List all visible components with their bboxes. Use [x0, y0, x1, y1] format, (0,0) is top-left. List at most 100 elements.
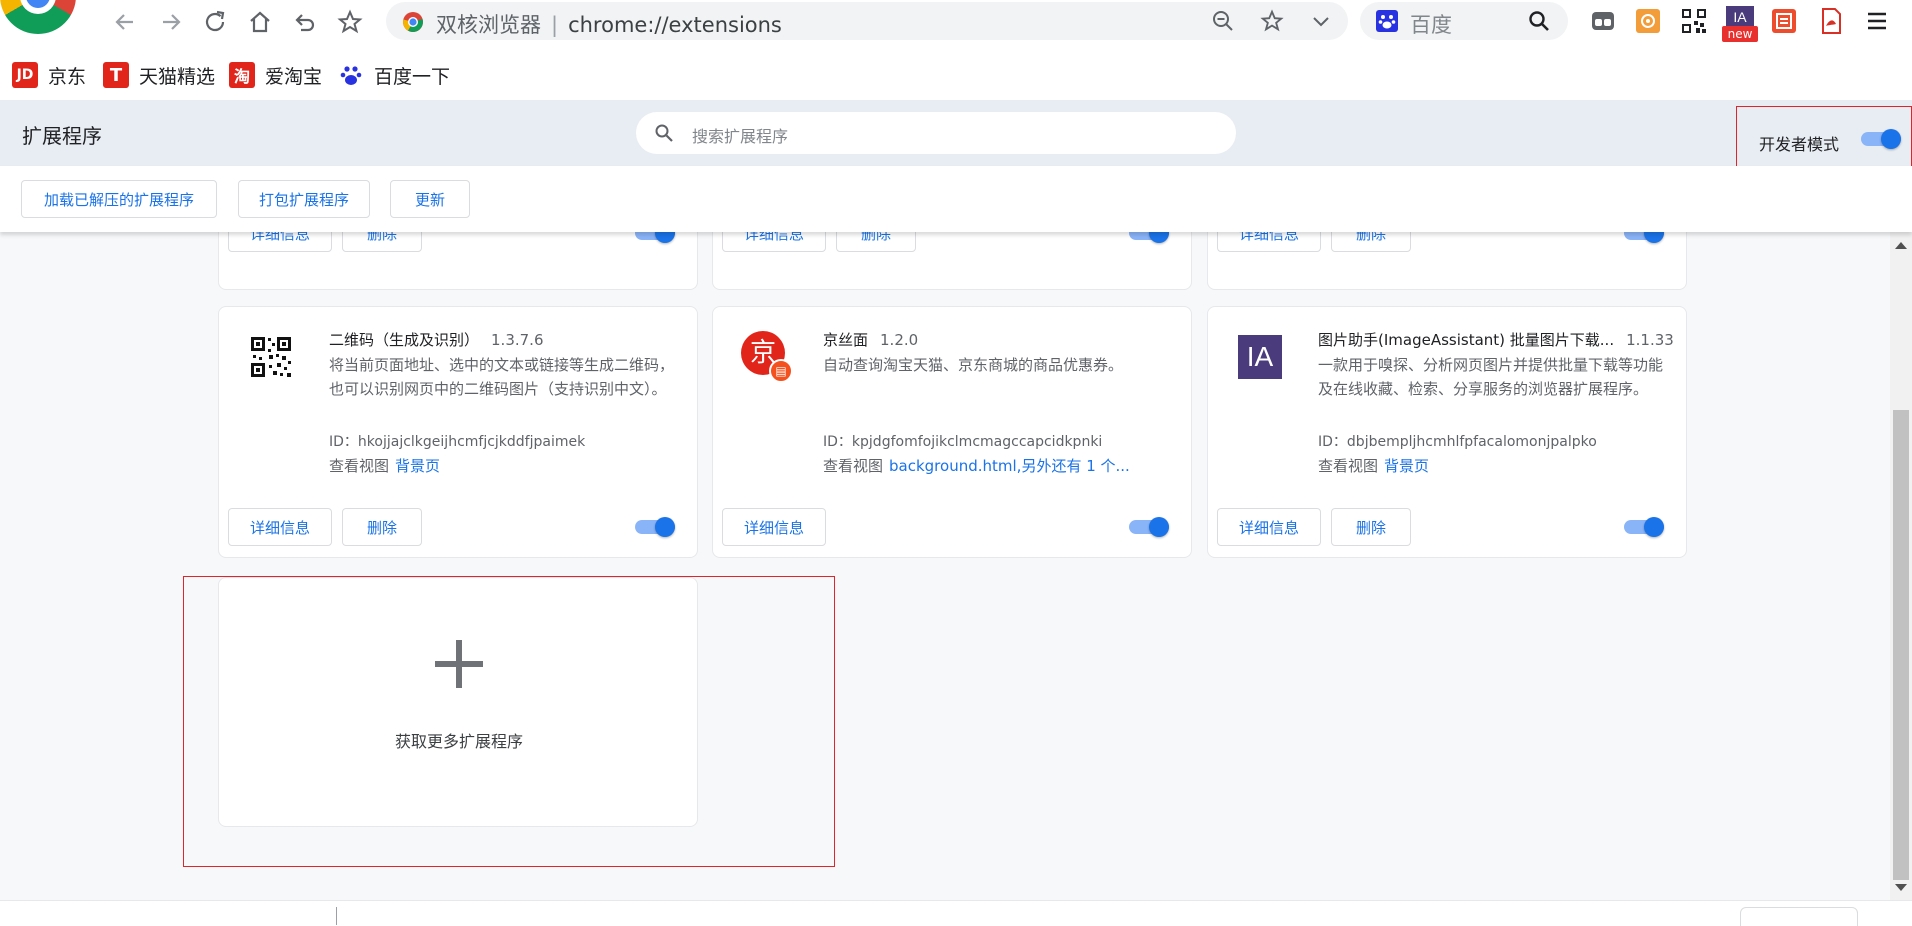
page-title: 双核浏览器 [436, 13, 541, 37]
extension-card-partial: 详细信息 删除 [712, 232, 1192, 290]
extension-enable-toggle[interactable] [1624, 232, 1664, 245]
developer-mode-label: 开发者模式 [1759, 135, 1840, 154]
tmall-icon: T [103, 62, 129, 88]
background-page-link[interactable]: 背景页 [395, 457, 440, 475]
status-box [1740, 907, 1858, 926]
extension-enable-toggle[interactable] [1129, 232, 1169, 245]
extension-card: 京 ▤ 京丝面 1.2.0 自动查询淘宝天猫、京东商城的商品优惠券。 ID：kpj… [712, 306, 1192, 558]
chrome-page-icon [402, 11, 424, 33]
menu-icon[interactable] [1864, 8, 1890, 34]
details-button[interactable]: 详细信息 [1217, 232, 1321, 252]
extension-description: 一款用于嗅探、分析网页图片并提供批量下载等功能及在线收藏、检索、分享服务的浏览器… [1318, 356, 1664, 398]
forward-icon[interactable] [154, 5, 188, 39]
update-button[interactable]: 更新 [390, 180, 470, 218]
extensions-title: 扩展程序 [22, 124, 102, 148]
chevron-down-icon[interactable] [1310, 10, 1332, 36]
extension-card-partial: 详细信息 删除 [218, 232, 698, 290]
bookmark-label: 爱淘宝 [265, 65, 323, 88]
get-more-highlight-box [183, 576, 835, 867]
details-button[interactable]: 详细信息 [228, 232, 332, 252]
qr-code-extension-icon[interactable] [1681, 8, 1707, 34]
url-text[interactable]: chrome://extensions [568, 13, 782, 37]
bookmark-label: 百度一下 [374, 65, 451, 88]
remove-button[interactable]: 删除 [342, 508, 422, 546]
bookmark-baidu[interactable]: 百度一下 [338, 62, 450, 88]
taobao-icon: 淘 [229, 62, 255, 88]
extension-version: 1.2.0 [880, 331, 919, 349]
extension-views: 查看视图 背景页 [1318, 457, 1430, 475]
remove-button[interactable]: 删除 [1331, 232, 1411, 252]
extension-version: 1.3.7.6 [491, 331, 544, 349]
baidu-search-input[interactable]: 百度 [1360, 2, 1568, 40]
extension-id: ID：hkojjajclkgeijhcmfjcjkddfjpaimek [329, 434, 586, 450]
qr-code-icon [249, 335, 293, 379]
pdf-extension-icon[interactable] [1818, 8, 1844, 34]
new-badge: new [1722, 26, 1758, 42]
coupon-extension-icon[interactable] [1635, 8, 1661, 34]
extension-card: IA 图片助手(ImageAssistant) 批量图片下载... 1.1.33 … [1207, 306, 1687, 558]
extension-enable-toggle[interactable] [1624, 515, 1664, 539]
remove-button[interactable]: 删除 [1331, 508, 1411, 546]
scrollbar[interactable] [1890, 232, 1912, 900]
browser-toolbar: 双核浏览器 | chrome://extensions 百度 IA new [0, 0, 1912, 50]
extension-enable-toggle[interactable] [635, 515, 675, 539]
reload-icon[interactable] [198, 5, 232, 39]
extension-enable-toggle[interactable] [635, 232, 675, 245]
developer-mode-toggle[interactable] [1861, 127, 1901, 151]
extensions-search-input[interactable]: 搜索扩展程序 [636, 112, 1236, 154]
extension-id: ID：kpjdgfomfojikclmcmagccapcidkpnki [823, 434, 1103, 450]
extension-name: 京丝面 1.2.0 [823, 331, 919, 349]
bookmark-star-icon[interactable] [1260, 9, 1284, 37]
jd-icon: JD [12, 62, 38, 88]
extension-views: 查看视图 背景页 [329, 457, 441, 475]
tab-manager-icon[interactable] [1590, 8, 1616, 34]
baidu-icon [338, 62, 364, 88]
load-unpacked-button[interactable]: 加载已解压的扩展程序 [21, 180, 217, 218]
extension-views: 查看视图 background.html,另外还有 1 个... [823, 457, 1130, 475]
bookmark-taobao[interactable]: 淘 爱淘宝 [229, 62, 322, 88]
bookmark-tmall[interactable]: T 天猫精选 [103, 62, 215, 88]
favorite-star-icon[interactable] [333, 5, 367, 39]
details-button[interactable]: 详细信息 [228, 508, 332, 546]
background-page-link[interactable]: 背景页 [1384, 457, 1429, 475]
reader-extension-icon[interactable] [1771, 8, 1797, 34]
bookmark-label: 天猫精选 [139, 65, 216, 88]
zoom-out-icon[interactable] [1212, 10, 1234, 36]
extension-name: 图片助手(ImageAssistant) 批量图片下载... 1.1.33 [1318, 331, 1674, 349]
status-bar [0, 900, 1912, 926]
extension-description: 自动查询淘宝天猫、京东商城的商品优惠券。 [823, 356, 1124, 374]
extension-enable-toggle[interactable] [1129, 515, 1169, 539]
undo-icon[interactable] [288, 5, 322, 39]
background-page-link[interactable]: background.html,另外还有 1 个... [889, 457, 1130, 475]
search-icon[interactable] [1528, 10, 1550, 36]
extension-version: 1.1.33 [1626, 331, 1674, 349]
extensions-search-placeholder: 搜索扩展程序 [692, 127, 789, 146]
divider [336, 907, 337, 925]
remove-button[interactable]: 删除 [342, 232, 422, 252]
jingsimian-icon: 京 ▤ [741, 331, 799, 389]
scroll-thumb[interactable] [1893, 410, 1909, 880]
extension-name: 二维码（生成及识别） 1.3.7.6 [329, 331, 544, 349]
remove-button[interactable]: 删除 [836, 232, 916, 252]
image-assistant-toolbar-icon[interactable]: IA new [1722, 6, 1758, 42]
bookmark-label: 京东 [48, 65, 87, 88]
bookmarks-bar: JD 京东 T 天猫精选 淘 爱淘宝 百度一下 [0, 50, 1912, 100]
bookmark-jd[interactable]: JD 京东 [12, 62, 86, 88]
extensions-header: 扩展程序 搜索扩展程序 开发者模式 [0, 100, 1912, 176]
pack-extension-button[interactable]: 打包扩展程序 [238, 180, 370, 218]
browser-logo-icon [0, 0, 76, 36]
scroll-down-icon[interactable] [1895, 884, 1907, 891]
back-icon[interactable] [108, 5, 142, 39]
extension-id: ID：dbjbempljhcmhlfpfacalomonjpalpko [1318, 434, 1597, 450]
scroll-up-icon[interactable] [1895, 242, 1907, 249]
extensions-action-bar: 加载已解压的扩展程序 打包扩展程序 更新 [0, 166, 1912, 232]
details-button[interactable]: 详细信息 [1217, 508, 1321, 546]
details-button[interactable]: 详细信息 [722, 232, 826, 252]
address-bar[interactable]: 双核浏览器 | chrome://extensions [386, 2, 1348, 40]
details-button[interactable]: 详细信息 [722, 508, 826, 546]
extension-description: 将当前页面地址、选中的文本或链接等生成二维码，也可以识别网页中的二维码图片（支持… [329, 356, 675, 398]
extension-card: 二维码（生成及识别） 1.3.7.6 将当前页面地址、选中的文本或链接等生成二维码… [218, 306, 698, 558]
extension-card-partial: 详细信息 删除 [1207, 232, 1687, 290]
home-icon[interactable] [243, 5, 277, 39]
baidu-search-placeholder: 百度 [1410, 13, 1452, 37]
